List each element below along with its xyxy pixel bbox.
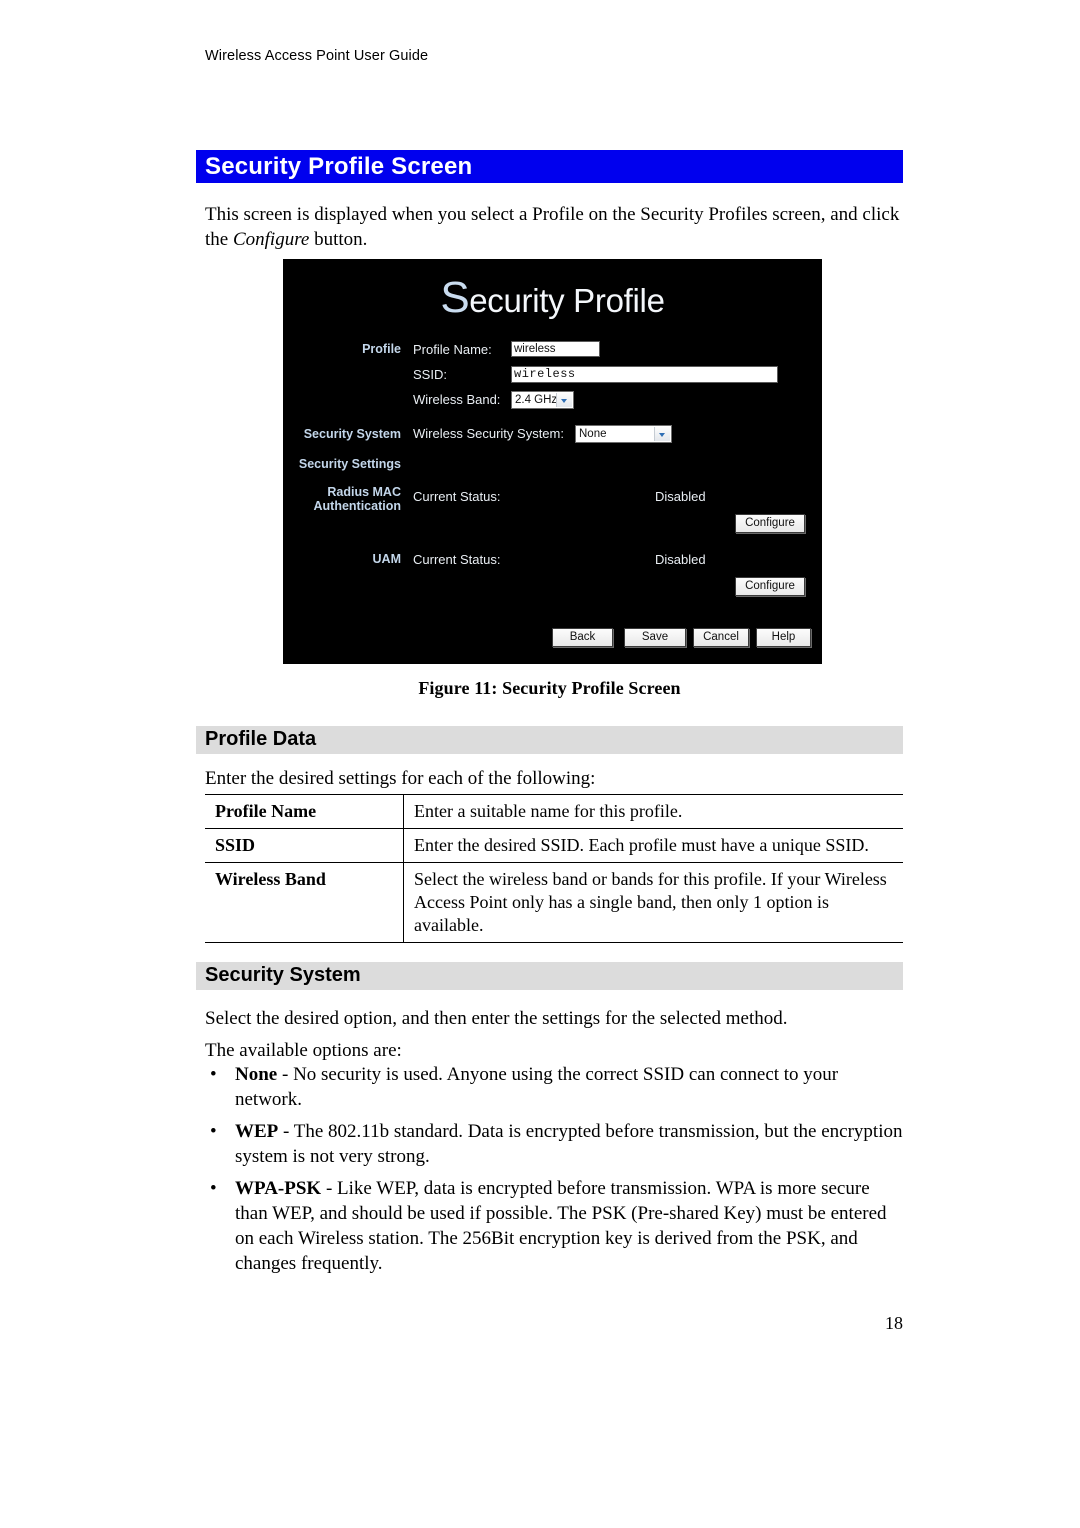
section-label-profile: Profile: [362, 342, 401, 356]
radius-current-status-value: Disabled: [655, 489, 706, 504]
option-name: WEP: [235, 1121, 279, 1142]
option-name: WPA-PSK: [235, 1178, 322, 1199]
bullet-icon: •: [210, 1064, 217, 1085]
save-button[interactable]: Save: [624, 628, 686, 647]
chevron-down-icon[interactable]: [556, 393, 572, 407]
security-system-para-2: The available options are:: [205, 1040, 402, 1061]
wireless-band-selected-value: 2.4 GHz: [515, 394, 558, 406]
option-description: No security is used. Anyone using the co…: [235, 1064, 839, 1110]
ssid-input[interactable]: wireless: [511, 366, 778, 383]
section-heading-security-system-label: Security System: [205, 964, 361, 986]
security-system-options-list: • None - No security is used. Anyone usin…: [205, 1062, 905, 1283]
security-system-selected-value: None: [579, 428, 607, 440]
configure-uam-button[interactable]: Configure: [735, 577, 805, 596]
chevron-down-icon[interactable]: [654, 427, 670, 441]
profile-data-intro: Enter the desired settings for each of t…: [205, 768, 596, 789]
radius-mac-line1: Radius MAC: [327, 485, 401, 499]
section-heading-profile-data: Profile Data: [196, 726, 903, 755]
option-separator: -: [278, 1121, 294, 1142]
help-button[interactable]: Help: [756, 628, 811, 647]
table-cell-desc: Enter a suitable name for this profile.: [403, 794, 903, 829]
wireless-security-system-select[interactable]: None: [575, 425, 672, 443]
page-number: 18: [885, 1313, 903, 1333]
configure-radius-button[interactable]: Configure: [735, 514, 805, 533]
running-header: Wireless Access Point User Guide: [205, 48, 429, 64]
wireless-band-select[interactable]: 2.4 GHz: [511, 391, 574, 409]
screen-title-capital: S: [440, 273, 470, 322]
figure-security-profile-screen: Security Profile Profile Profile Name: w…: [283, 259, 822, 664]
section-label-security-settings: Security Settings: [298, 457, 401, 471]
section-label-uam: UAM: [372, 552, 401, 566]
ssid-label: SSID:: [413, 367, 447, 382]
intro-configure-emphasis: Configure: [232, 229, 310, 250]
table-row: Wireless Band Select the wireless band o…: [205, 862, 903, 943]
section-label-radius-mac-authentication: Radius MAC Authentication: [283, 485, 402, 513]
profile-data-table: Profile Name Enter a suitable name for t…: [205, 794, 903, 943]
figure-caption: Figure 11: Security Profile Screen: [418, 678, 681, 698]
back-button[interactable]: Back: [552, 628, 613, 647]
list-item: • WEP - The 802.11b standard. Data is enc…: [205, 1119, 905, 1169]
list-item: • None - No security is used. Anyone usin…: [205, 1062, 905, 1112]
security-system-para-1: Select the desired option, and then ente…: [205, 1008, 788, 1029]
option-name: None: [235, 1064, 278, 1085]
table-cell-desc: Select the wireless band or bands for th…: [403, 862, 903, 943]
section-label-security-system: Security System: [303, 427, 401, 441]
wireless-band-label: Wireless Band:: [413, 392, 501, 407]
option-description: The 802.11b standard. Data is encrypted …: [235, 1121, 903, 1167]
screen-title: Security Profile: [283, 273, 822, 323]
uam-current-status-label: Current Status:: [413, 552, 501, 567]
table-cell-term: Profile Name: [205, 794, 404, 829]
intro-text-c: button.: [309, 229, 368, 250]
radius-mac-line2: Authentication: [313, 499, 402, 513]
option-separator: -: [321, 1178, 338, 1199]
screen-title-rest: ecurity Profile: [469, 282, 665, 319]
cancel-button[interactable]: Cancel: [693, 628, 749, 647]
section-heading-security-system: Security System: [196, 962, 903, 991]
bullet-icon: •: [210, 1121, 217, 1142]
section-heading-profile-data-label: Profile Data: [205, 728, 317, 750]
table-cell-term: Wireless Band: [205, 862, 404, 943]
page-title-bar: Security Profile Screen: [196, 150, 903, 183]
table-row: SSID Enter the desired SSID. Each profil…: [205, 828, 903, 863]
table-cell-term: SSID: [205, 828, 404, 863]
intro-paragraph: This screen is displayed when you select…: [205, 202, 905, 252]
bullet-icon: •: [210, 1178, 217, 1199]
uam-current-status-value: Disabled: [655, 552, 706, 567]
profile-name-input[interactable]: wireless: [511, 341, 600, 357]
table-row: Profile Name Enter a suitable name for t…: [205, 794, 903, 829]
option-separator: -: [277, 1064, 294, 1085]
page-title: Security Profile Screen: [205, 153, 473, 180]
wireless-security-system-label: Wireless Security System:: [413, 426, 564, 441]
list-item: • WPA-PSK - Like WEP, data is encrypted b…: [205, 1176, 905, 1276]
radius-current-status-label: Current Status:: [413, 489, 501, 504]
table-cell-desc: Enter the desired SSID. Each profile mus…: [403, 828, 903, 863]
profile-name-label: Profile Name:: [413, 342, 492, 357]
